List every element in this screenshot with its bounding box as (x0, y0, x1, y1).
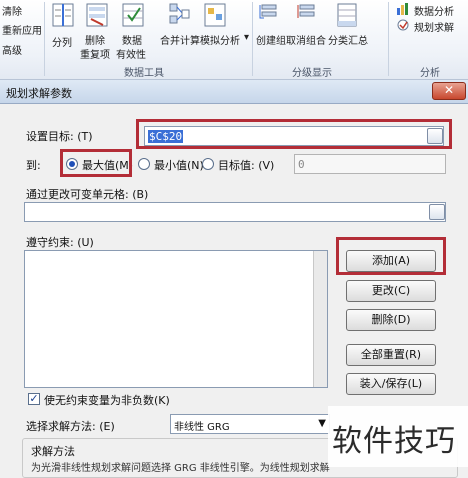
remove-duplicates-icon (86, 3, 108, 27)
ribbon-separator (252, 2, 253, 76)
target-value-input[interactable]: 0 (294, 154, 446, 174)
outline-group-label: 分级显示 (292, 68, 332, 79)
add-button[interactable]: 添加(A) (346, 250, 436, 272)
variable-cells-input[interactable] (24, 202, 446, 222)
radio-value-of[interactable] (202, 158, 214, 170)
chevron-down-icon: ▼ (318, 418, 326, 429)
objective-value: $C$20 (148, 130, 184, 143)
constraints-label: 遵守约束: (U) (26, 236, 94, 249)
close-icon: ✕ (443, 83, 455, 97)
dialog-titlebar: 规划求解参数 ✕ (0, 80, 468, 104)
radio-min[interactable] (138, 158, 150, 170)
close-button[interactable]: ✕ (432, 82, 466, 100)
method-select[interactable]: 非线性 GRG ▼ (170, 414, 330, 434)
what-if-analysis-icon (204, 3, 226, 27)
ungroup-button[interactable]: 取消组合 (286, 32, 326, 47)
to-label: 到: (26, 159, 41, 172)
radio-max-label[interactable]: 最大值(M) (82, 157, 133, 173)
watermark-text: 软件技巧 (332, 424, 456, 459)
nonnegative-label[interactable]: 使无约束变量为非负数(K) (44, 392, 170, 408)
remove-duplicates-button-line2[interactable]: 重复项 (80, 46, 110, 61)
radio-max[interactable] (66, 158, 78, 170)
consolidate-icon (169, 3, 190, 24)
dialog-title: 规划求解参数 (6, 87, 72, 100)
constraints-scrollbar[interactable] (313, 251, 327, 387)
what-if-analysis-button[interactable]: 模拟分析 (200, 32, 240, 47)
group-icon (259, 4, 277, 19)
subtotal-icon (337, 3, 357, 27)
dropdown-arrow-icon[interactable]: ▾ (244, 32, 249, 43)
solver-icon (397, 19, 409, 31)
constraints-list[interactable] (24, 250, 328, 388)
variable-cells-label: 通过更改可变单元格: (B) (26, 188, 149, 201)
delete-button[interactable]: 删除(D) (346, 309, 436, 331)
data-analysis-button[interactable]: 数据分析 (414, 3, 454, 18)
ribbon-clear[interactable]: 清除 (2, 3, 22, 18)
consolidate-button[interactable]: 合并计算 (160, 32, 200, 47)
text-to-columns-icon (52, 3, 74, 27)
radio-value-of-label[interactable]: 目标值: (V) (218, 157, 274, 173)
method-group-title: 求解方法 (31, 445, 75, 458)
subtotal-button[interactable]: 分类汇总 (328, 32, 368, 47)
group-button[interactable]: 创建组 (256, 32, 286, 47)
reset-all-button[interactable]: 全部重置(R) (346, 344, 436, 366)
data-validation-button[interactable]: 数据 (122, 32, 142, 47)
data-tools-group-label: 数据工具 (124, 68, 164, 79)
ribbon-advanced[interactable]: 高级 (2, 42, 22, 57)
ribbon: 清除 重新应用 高级 分列 删除 重复项 数据 有效性 合并计算 模拟分析 ▾ … (0, 0, 468, 80)
ribbon-separator (44, 2, 45, 76)
remove-duplicates-button[interactable]: 删除 (85, 32, 105, 47)
watermark: 软件技巧 (328, 406, 468, 467)
data-validation-button-line2[interactable]: 有效性 (116, 46, 146, 61)
change-button[interactable]: 更改(C) (346, 280, 436, 302)
solver-button[interactable]: 规划求解 (414, 19, 454, 34)
radio-min-label[interactable]: 最小值(N) (154, 157, 204, 173)
objective-label: 设置目标: (T) (26, 130, 93, 143)
split-button[interactable]: 分列 (52, 34, 72, 49)
collapse-dialog-icon[interactable] (429, 204, 445, 220)
ungroup-icon (297, 4, 315, 18)
ribbon-reapply[interactable]: 重新应用 (2, 22, 42, 37)
data-validation-icon (122, 3, 144, 27)
analysis-group-label: 分析 (420, 68, 440, 79)
ribbon-separator (388, 2, 389, 76)
method-label: 选择求解方法: (E) (26, 420, 115, 433)
nonnegative-checkbox[interactable]: ✓ (28, 393, 40, 405)
data-analysis-icon (397, 3, 408, 15)
collapse-dialog-icon[interactable] (427, 128, 443, 144)
load-save-button[interactable]: 装入/保存(L) (346, 373, 436, 395)
objective-input[interactable]: $C$20 (144, 126, 444, 146)
